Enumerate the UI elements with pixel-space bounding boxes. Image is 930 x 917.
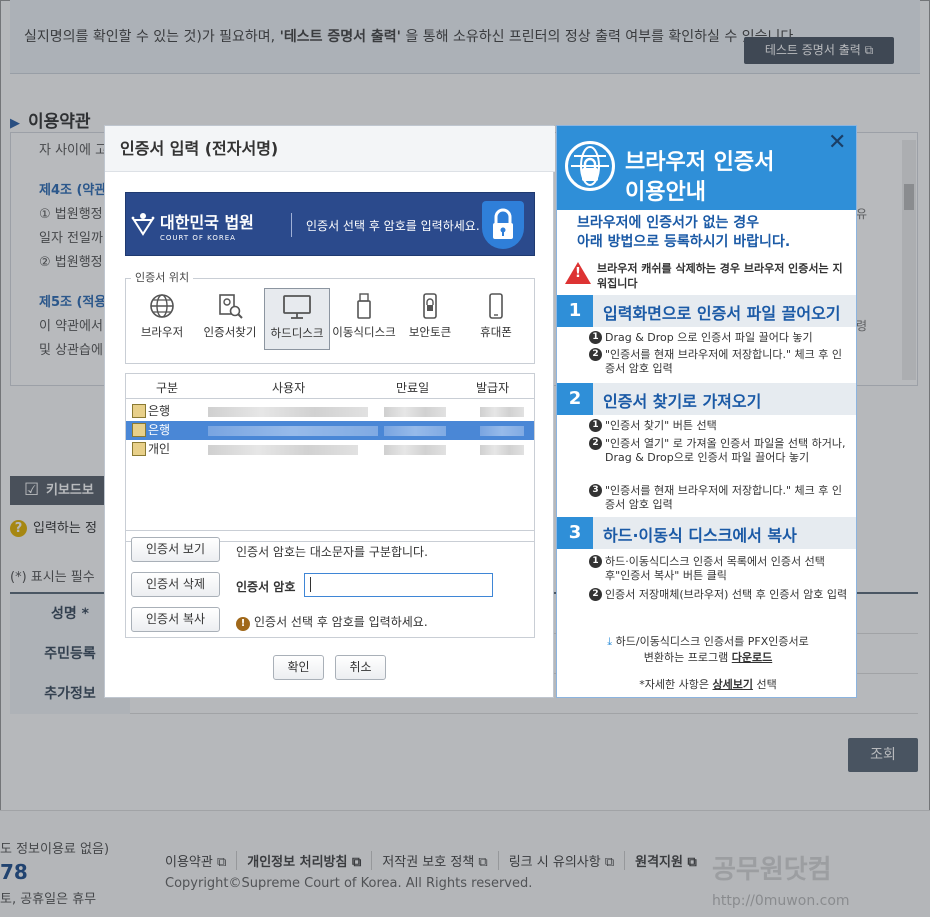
location-removable-disk[interactable]: 이동식디스크 bbox=[331, 288, 397, 350]
location-mobile-phone[interactable]: 휴대폰 bbox=[463, 288, 529, 350]
globe-icon bbox=[147, 292, 177, 322]
guide-section-3: 3 하드·이동식 디스크에서 복사 bbox=[557, 517, 856, 549]
detail-link[interactable]: 상세보기 bbox=[712, 678, 752, 691]
monitor-icon bbox=[282, 293, 312, 323]
guide-step: 2 "인증서 열기" 로 가져올 인증서 파일을 선택 하거나, Drag & D… bbox=[589, 437, 850, 465]
guide-section-2: 2 인증서 찾기로 가져오기 bbox=[557, 383, 856, 415]
cert-table: 구분 사용자 만료일 발급자 은행 은행 개인 bbox=[125, 373, 535, 542]
lock-icon bbox=[482, 201, 524, 249]
globe-lock-icon bbox=[565, 141, 615, 191]
browser-cert-guide: 브라우저 인증서 이용안내 ✕ 브라우저에 인증서가 없는 경우 아래 방법으로… bbox=[556, 125, 857, 698]
certificate-icon bbox=[132, 404, 146, 418]
court-banner: 대한민국 법원 COURT OF KOREA 인증서 선택 후 암호를 입력하세… bbox=[125, 192, 535, 256]
guide-step: 2 "인증서를 현재 브라우저에 저장합니다." 체크 후 인증서 암호 입력 bbox=[589, 348, 850, 376]
dialog-title: 인증서 입력 (전자서명) bbox=[105, 126, 555, 172]
guide-step: 1 "인증서 찾기" 버튼 선택 bbox=[589, 419, 850, 433]
download-icon: ⤓ bbox=[607, 635, 613, 648]
password-warning: ! 인증서 선택 후 암호를 입력하세요. bbox=[236, 613, 428, 631]
location-legend: 인증서 위치 bbox=[131, 269, 194, 285]
location-cert-search[interactable]: 인증서찾기 bbox=[197, 288, 263, 350]
close-icon[interactable]: ✕ bbox=[828, 130, 846, 155]
cache-warning: 브라우저 캐쉬를 삭제하는 경우 브라우저 인증서는 지워집니다 bbox=[597, 262, 843, 290]
certificate-icon bbox=[132, 442, 146, 456]
copy-cert-button[interactable]: 인증서 복사 bbox=[131, 607, 220, 632]
usb-icon bbox=[349, 292, 379, 322]
location-hard-disk[interactable]: 하드디스크 bbox=[264, 288, 330, 350]
password-input[interactable] bbox=[304, 573, 493, 597]
guide-intro: 브라우저에 인증서가 없는 경우 아래 방법으로 등록하시기 바랍니다. bbox=[577, 215, 791, 250]
location-security-token[interactable]: 보안토큰 bbox=[397, 288, 463, 350]
guide-title-line1: 브라우저 인증서 bbox=[625, 150, 775, 175]
guide-section-1: 1 입력화면으로 인증서 파일 끌어오기 bbox=[557, 295, 856, 327]
banner-message: 인증서 선택 후 암호를 입력하세요. bbox=[306, 219, 480, 233]
token-icon bbox=[415, 292, 445, 322]
view-cert-button[interactable]: 인증서 보기 bbox=[131, 537, 220, 562]
pfx-note: ⤓ 하드/이동식디스크 인증서를 PFX인증서로 변환하는 프로그램 다운로드 bbox=[607, 635, 809, 664]
cert-search-icon bbox=[215, 292, 245, 322]
case-sensitive-note: 인증서 암호는 대소문자를 구분합니다. bbox=[236, 545, 428, 559]
detail-note: *자세한 사항은 상세보기 선택 bbox=[639, 678, 777, 691]
cert-dialog: 인증서 입력 (전자서명) 대한민국 법원 COURT OF KOREA 인증서… bbox=[104, 125, 555, 698]
table-row[interactable]: 은행 bbox=[126, 402, 534, 421]
cancel-button[interactable]: 취소 bbox=[335, 655, 386, 680]
ok-button[interactable]: 확인 bbox=[273, 655, 324, 680]
table-row-selected[interactable]: 은행 bbox=[126, 421, 534, 440]
download-link[interactable]: 다운로드 bbox=[732, 651, 772, 664]
court-logo-text: 대한민국 법원 COURT OF KOREA bbox=[160, 213, 254, 242]
guide-step: 2 인증서 저장매체(브라우저) 선택 후 인증서 암호 입력 bbox=[589, 588, 850, 602]
warning-icon: ! bbox=[236, 617, 250, 631]
guide-step: 3 "인증서를 현재 브라우저에 저장합니다." 체크 후 인증서 암호 입력 bbox=[589, 484, 850, 512]
table-row[interactable]: 개인 bbox=[126, 440, 534, 459]
delete-cert-button[interactable]: 인증서 삭제 bbox=[131, 572, 220, 597]
location-browser[interactable]: 브라우저 bbox=[129, 288, 195, 350]
cert-table-header: 구분 사용자 만료일 발급자 bbox=[126, 374, 534, 399]
phone-icon bbox=[481, 292, 511, 322]
password-label: 인증서 암호 bbox=[236, 580, 296, 594]
text-caret bbox=[310, 577, 311, 592]
guide-title-line2: 이용안내 bbox=[625, 180, 706, 205]
guide-step: 1 하드·이동식디스크 인증서 목록에서 인증서 선택 후"인증서 복사" 버튼 … bbox=[589, 555, 850, 583]
guide-header: 브라우저 인증서 이용안내 ✕ bbox=[557, 126, 856, 210]
court-emblem-icon bbox=[130, 210, 156, 236]
certificate-icon bbox=[132, 423, 146, 437]
guide-step: 1 Drag & Drop 으로 인증서 파일 끌어다 놓기 bbox=[589, 331, 850, 345]
